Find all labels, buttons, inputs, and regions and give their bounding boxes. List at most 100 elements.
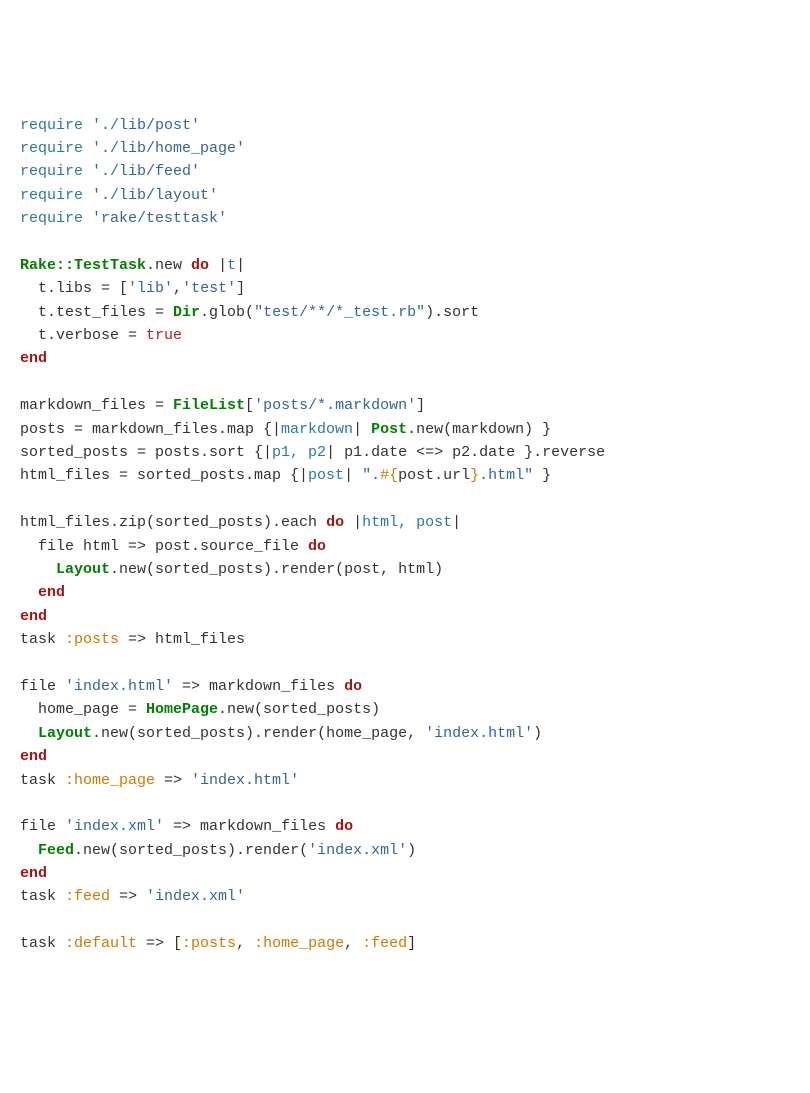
text: | [236,257,245,274]
keyword: require [20,163,83,180]
code-line: end [20,608,47,625]
code-line: html_files.zip(sorted_posts).each do |ht… [20,514,461,531]
code-line: t.libs = ['lib','test'] [20,280,245,297]
text: task [20,888,65,905]
text: task [20,935,65,952]
text [20,842,38,859]
text: ] [416,397,425,414]
text: task [20,631,65,648]
text: html_files.zip(sorted_posts).each [20,514,326,531]
code-line: require 'rake/testtask' [20,210,227,227]
text: => [110,888,146,905]
code-line: require './lib/feed' [20,163,200,180]
text: | [452,514,461,531]
code-line: Rake::TestTask.new do |t| [20,257,245,274]
code-line: task :default => [:posts, :home_page, :f… [20,935,416,952]
text: | [209,257,227,274]
text: | [353,421,371,438]
text [20,584,38,601]
text: => markdown_files [164,818,335,835]
code-line: end [20,584,65,601]
string: 'index.xml' [146,888,245,905]
text: .glob( [200,304,254,321]
class-name: Dir [173,304,200,321]
keyword: do [344,678,362,695]
text: posts = markdown_files.map {| [20,421,281,438]
string: 'lib' [128,280,173,297]
symbol: :default [65,935,137,952]
code-line: sorted_posts = posts.sort {|p1, p2| p1.d… [20,444,605,461]
text: | [344,514,362,531]
code-line: t.verbose = true [20,327,182,344]
keyword: do [335,818,353,835]
param: markdown [281,421,353,438]
text: t.libs = [ [20,280,128,297]
string: './lib/home_page' [92,140,245,157]
keyword: end [20,350,47,367]
text: file html => post.source_file [20,538,308,555]
code-line: file html => post.source_file do [20,538,326,555]
symbol: :home_page [65,772,155,789]
text: ) [407,842,416,859]
code-line: require './lib/home_page' [20,140,245,157]
text: => [155,772,191,789]
code-line: file 'index.xml' => markdown_files do [20,818,353,835]
param: html, post [362,514,452,531]
symbol: :feed [362,935,407,952]
param: post [308,467,344,484]
class-name: FileList [173,397,245,414]
string: 'index.xml' [308,842,407,859]
class-name: Rake::TestTask [20,257,146,274]
code-line: task :posts => html_files [20,631,245,648]
class-name: HomePage [146,701,218,718]
boolean: true [146,327,182,344]
keyword: end [20,865,47,882]
text: ] [407,935,416,952]
param: t [227,257,236,274]
code-line: task :home_page => 'index.html' [20,772,299,789]
text: .new(sorted_posts).render(home_page, [92,725,425,742]
code-line: require './lib/post' [20,117,200,134]
string: './lib/feed' [92,163,200,180]
code-line: task :feed => 'index.xml' [20,888,245,905]
keyword: end [38,584,65,601]
keyword: end [20,748,47,765]
text: .new(sorted_posts) [218,701,380,718]
string: './lib/post' [92,117,200,134]
text: html_files = sorted_posts.map {| [20,467,308,484]
code-line: end [20,865,47,882]
string: 'posts/*.markdown' [254,397,416,414]
text: file [20,678,65,695]
keyword: require [20,140,83,157]
string: 'index.html' [191,772,299,789]
text: t.test_files = [20,304,173,321]
keyword: require [20,117,83,134]
text: .new(sorted_posts).render(post, html) [110,561,443,578]
text: .new(sorted_posts).render( [74,842,308,859]
text: ) [533,725,542,742]
keyword: require [20,187,83,204]
code-line: html_files = sorted_posts.map {|post| ".… [20,467,551,484]
string: './lib/layout' [92,187,218,204]
text: home_page = [20,701,146,718]
text: , [173,280,182,297]
keyword: do [191,257,209,274]
text: => html_files [119,631,245,648]
interp: #{ [380,467,398,484]
text: t.verbose = [20,327,146,344]
code-line: end [20,748,47,765]
string: 'index.html' [65,678,173,695]
keyword: end [20,608,47,625]
keyword: require [20,210,83,227]
interp: } [470,467,479,484]
string: .html" [479,467,533,484]
text: | p1.date <=> p2.date }.reverse [326,444,605,461]
text: file [20,818,65,835]
text: => markdown_files [173,678,344,695]
string: 'test' [182,280,236,297]
code-line: home_page = HomePage.new(sorted_posts) [20,701,380,718]
class-name: Post [371,421,407,438]
code-line: Layout.new(sorted_posts).render(home_pag… [20,725,542,742]
text: } [533,467,551,484]
text: => [ [137,935,182,952]
